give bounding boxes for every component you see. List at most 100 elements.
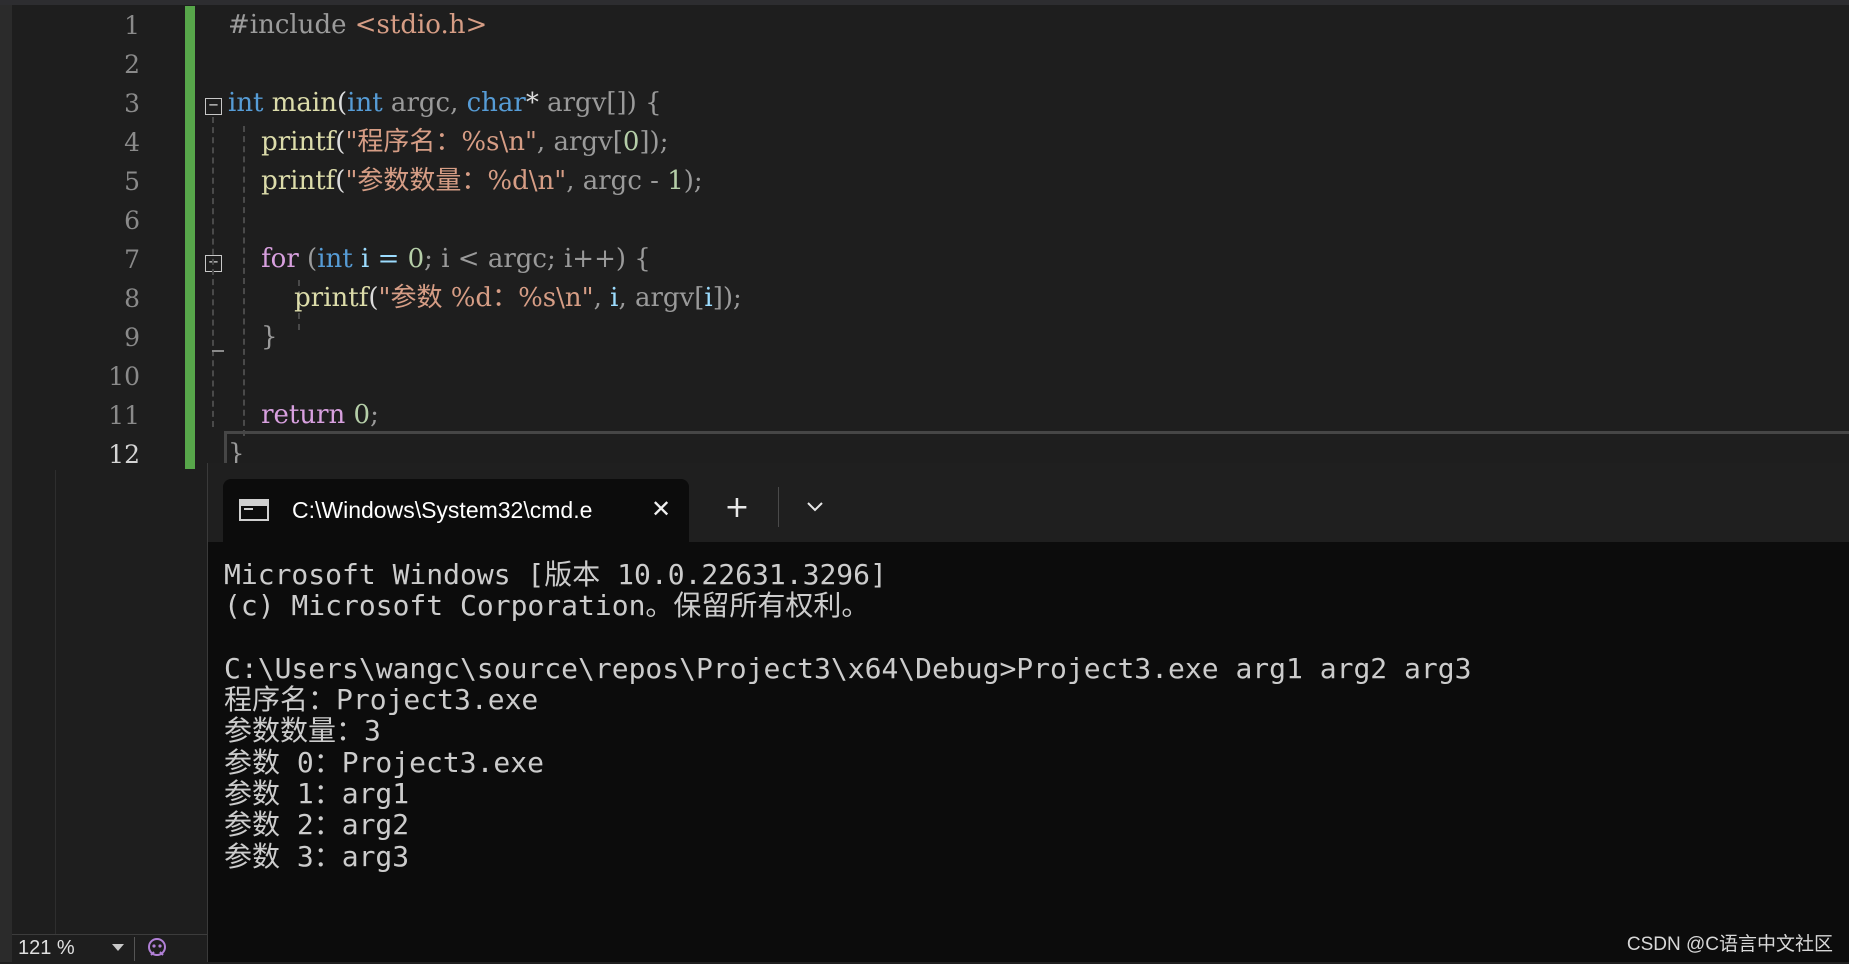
- editor-bottom-gutter: [12, 470, 207, 934]
- line-number: 3: [124, 89, 140, 118]
- code-token: 0: [353, 400, 371, 430]
- console-line: 参数数量：3: [224, 714, 381, 748]
- code-token: #include: [228, 10, 355, 40]
- code-token: ; i < argc; i++) {: [424, 244, 651, 274]
- code-token: ]);: [712, 283, 742, 313]
- status-divider: [134, 937, 135, 961]
- line-number: 4: [124, 128, 140, 157]
- console-line: 参数 1：arg1: [224, 777, 410, 811]
- code-token: return: [261, 400, 346, 430]
- code-line[interactable]: printf("参数数量：%d\n", argc - 1);: [228, 162, 1828, 201]
- console-output[interactable]: Microsoft Windows [版本 10.0.22631.3296] (c…: [224, 559, 1471, 872]
- code-token: (: [335, 127, 346, 157]
- code-token: char: [466, 88, 526, 118]
- code-line[interactable]: }: [228, 318, 1828, 357]
- tab-separator: [778, 487, 779, 527]
- line-number: 11: [108, 401, 140, 430]
- zoom-level[interactable]: 121 %: [18, 937, 75, 960]
- console-line: 参数 0：Project3.exe: [224, 745, 545, 779]
- code-token: , argv[: [536, 127, 623, 157]
- code-token: int: [228, 88, 264, 118]
- code-token: "程序名：%s\n": [345, 127, 537, 157]
- line-number: 8: [124, 284, 140, 313]
- console-line: 参数 2：arg2: [224, 808, 410, 842]
- line-number: 10: [108, 362, 140, 391]
- console-line: (c) Microsoft Corporation。保留所有权利。: [224, 589, 870, 623]
- code-token: (: [368, 283, 379, 313]
- line-number: 9: [124, 323, 140, 352]
- code-token: printf: [294, 283, 369, 313]
- console-line: 参数 3：arg3: [224, 839, 410, 873]
- code-token: int: [317, 244, 353, 274]
- code-line[interactable]: [228, 45, 1828, 84]
- code-token: ,: [593, 283, 611, 313]
- code-token: );: [683, 166, 703, 196]
- code-token: printf: [261, 127, 336, 157]
- line-number-gutter: 1 2 3 4 5 6 7 8 9 10 11 12: [55, 6, 165, 474]
- close-icon[interactable]: ✕: [641, 489, 681, 529]
- code-token: }: [228, 322, 278, 352]
- code-token: 0: [407, 244, 425, 274]
- code-token: , argv[: [618, 283, 705, 313]
- terminal-icon: [239, 499, 269, 521]
- line-number: 6: [124, 206, 140, 235]
- console-line: Microsoft Windows [版本 10.0.22631.3296]: [224, 558, 887, 591]
- collapse-icon[interactable]: −: [205, 97, 222, 115]
- code-line[interactable]: printf("参数 %d：%s\n", i, argv[i]);: [228, 279, 1828, 318]
- terminal-tab-active[interactable]: C:\Windows\System32\cmd.e ✕: [223, 479, 689, 542]
- terminal-tab-bar: C:\Windows\System32\cmd.e ✕ +: [208, 463, 1849, 542]
- block-guide-for-end: [212, 350, 224, 352]
- code-area[interactable]: #include <stdio.h> int main(int argc, ch…: [228, 6, 1828, 474]
- tab-title: C:\Windows\System32\cmd.e: [292, 497, 593, 523]
- chevron-down-icon[interactable]: [790, 485, 840, 535]
- code-token: <stdio.h>: [354, 10, 488, 40]
- code-token: "参数数量：%d\n": [345, 166, 567, 196]
- terminal-window[interactable]: C:\Windows\System32\cmd.e ✕ + Microsoft …: [207, 463, 1849, 962]
- line-number: 5: [124, 167, 140, 196]
- code-token: int: [347, 88, 383, 118]
- plus-icon[interactable]: +: [712, 485, 762, 535]
- code-token: (: [298, 244, 318, 274]
- code-token: (: [337, 88, 348, 118]
- code-line[interactable]: printf("程序名：%s\n", argv[0]);: [228, 123, 1828, 162]
- code-token: argv[]) {: [547, 88, 662, 118]
- code-token: "参数 %d：%s\n": [378, 283, 594, 313]
- code-line[interactable]: for (int i = 0; i < argc; i++) {: [228, 240, 1828, 279]
- watermark: CSDN @C语言中文社区: [1626, 934, 1833, 955]
- code-line[interactable]: [228, 201, 1828, 240]
- code-line[interactable]: [228, 357, 1828, 396]
- code-line[interactable]: #include <stdio.h>: [228, 6, 1828, 45]
- code-token: *: [525, 88, 548, 118]
- code-line[interactable]: int main(int argc, char* argv[]) {: [228, 84, 1828, 123]
- code-token: i: [704, 283, 713, 313]
- line-number: 7: [124, 245, 140, 274]
- code-token: printf: [261, 166, 336, 196]
- editor-left-strip: [0, 0, 12, 962]
- chevron-down-icon[interactable]: [112, 944, 124, 951]
- line-number: 12: [108, 440, 140, 469]
- block-guide-main: [212, 117, 214, 427]
- code-token: ;: [370, 400, 379, 430]
- code-line[interactable]: return 0;: [228, 396, 1828, 435]
- code-token: for: [261, 244, 299, 274]
- code-token: main: [271, 88, 337, 118]
- line-number: 1: [124, 11, 140, 40]
- code-token: ]);: [639, 127, 669, 157]
- zoom-control[interactable]: 121 %: [12, 934, 207, 963]
- change-tracking-bar: [185, 6, 195, 469]
- copilot-icon[interactable]: [145, 936, 169, 964]
- code-token: 1: [667, 166, 684, 196]
- code-token: (: [335, 166, 346, 196]
- console-line: 程序名：Project3.exe: [224, 683, 539, 717]
- editor-top-border: [0, 0, 1849, 5]
- line-number: 2: [124, 50, 140, 79]
- code-token: 0: [622, 127, 640, 157]
- code-token: , argc -: [566, 166, 668, 196]
